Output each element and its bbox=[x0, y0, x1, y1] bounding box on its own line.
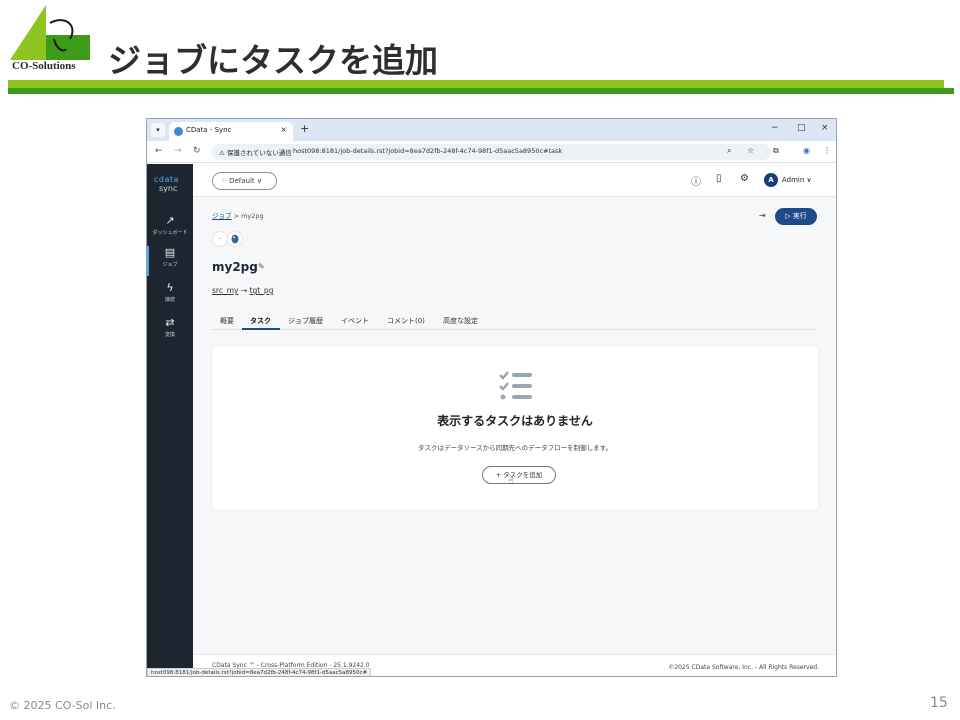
job-tabs: 概要 タスク ジョブ履歴 イベント コメント(0) 高度な設定 bbox=[212, 310, 817, 330]
workspace-selector[interactable]: ⁘ Default ∨ bbox=[212, 172, 277, 190]
empty-state-title: 表示するタスクはありません bbox=[437, 414, 593, 428]
tab-strip: ▾ CData - Sync × + − □ × bbox=[147, 119, 836, 141]
breadcrumb-separator: > bbox=[231, 212, 242, 220]
zoom-icon[interactable]: ⌕ bbox=[727, 146, 731, 156]
target-connection-link[interactable]: tgt_pg bbox=[250, 286, 274, 295]
bookmark-star-icon[interactable]: ☆ bbox=[747, 146, 754, 155]
postgresql-icon bbox=[227, 231, 243, 247]
tab-job-history[interactable]: ジョブ履歴 bbox=[288, 316, 323, 326]
app-sidebar: cdata sync ↗ ダッシュボード ▤ ジョブ ϟ 接続 ⇄ 変換 bbox=[147, 164, 193, 676]
browser-tab[interactable]: CData - Sync × bbox=[169, 122, 293, 141]
status-bar-url: host098:8181/job-details.rst?jobid=8ea7d… bbox=[147, 668, 372, 676]
connection-path: src_my → tgt_pg bbox=[212, 286, 273, 295]
briefcase-icon: ▤ bbox=[164, 246, 176, 259]
add-task-button[interactable]: + タスクを追加 bbox=[482, 466, 556, 484]
chart-icon: ↗ bbox=[165, 214, 175, 227]
minimize-icon[interactable]: − bbox=[771, 123, 779, 133]
brand-sync: sync bbox=[159, 184, 178, 193]
sidebar-item-dashboard[interactable]: ↗ ダッシュボード bbox=[147, 214, 193, 244]
admin-menu[interactable]: Admin ∨ bbox=[782, 176, 812, 184]
connector-logos: ~ bbox=[212, 231, 246, 247]
sidebar-item-connections[interactable]: ϟ 接続 bbox=[147, 281, 193, 311]
job-name: my2pg bbox=[212, 260, 258, 274]
edit-icon[interactable]: ✎ bbox=[258, 262, 265, 271]
settings-gear-icon[interactable]: ⚙ bbox=[740, 173, 749, 184]
title-underline-dark bbox=[8, 88, 954, 94]
docs-book-icon[interactable]: ▯ bbox=[716, 173, 722, 184]
reload-icon[interactable]: ↻ bbox=[193, 146, 201, 156]
sidebar-label: ジョブ bbox=[162, 262, 178, 268]
slide-title: ジョブにタスクを追加 bbox=[108, 41, 438, 80]
checklist-icon bbox=[499, 371, 532, 400]
logo-text: CO-Solutions bbox=[12, 60, 76, 72]
sidebar-label: ダッシュボード bbox=[152, 230, 188, 236]
maximize-icon[interactable]: □ bbox=[797, 123, 806, 133]
tab-title: CData - Sync bbox=[186, 126, 232, 134]
extensions-icon[interactable]: ⧉ bbox=[773, 146, 779, 156]
help-icon[interactable]: ⓘ bbox=[691, 173, 701, 188]
new-tab-icon[interactable]: + bbox=[300, 122, 309, 135]
title-underline-light bbox=[8, 80, 944, 88]
avatar[interactable]: A bbox=[764, 173, 778, 187]
browser-window: ▾ CData - Sync × + − □ × ← → ↻ ⚠ 保護されていな… bbox=[146, 118, 837, 677]
tab-search-chevron-icon[interactable]: ▾ bbox=[151, 123, 165, 137]
forward-icon[interactable]: → bbox=[174, 146, 182, 156]
tab-close-icon[interactable]: × bbox=[280, 125, 287, 134]
plug-icon: ϟ bbox=[166, 281, 174, 294]
slide: CO-Solutions ジョブにタスクを追加 ▾ CData - Sync ×… bbox=[0, 0, 960, 720]
footer-copyright: ©2025 CData Software, Inc. - All Rights … bbox=[668, 664, 819, 671]
active-indicator bbox=[147, 246, 149, 276]
url-text[interactable]: host098:8181/job-details.rst?jobid=8ea7d… bbox=[293, 147, 562, 155]
security-indicator[interactable]: ⚠ 保護されていない通信 bbox=[219, 147, 292, 157]
brand-cdata: cdata bbox=[154, 175, 179, 184]
address-bar[interactable]: ⚠ 保護されていない通信 host098:8181/job-details.rs… bbox=[211, 144, 771, 160]
breadcrumb-current: my2pg bbox=[241, 212, 264, 220]
back-icon[interactable]: ← bbox=[155, 146, 163, 156]
browser-menu-icon[interactable]: ⋮ bbox=[823, 146, 831, 155]
profile-icon[interactable]: ◉ bbox=[803, 146, 810, 155]
tab-comments[interactable]: コメント(0) bbox=[387, 316, 425, 326]
tab-events[interactable]: イベント bbox=[341, 316, 369, 326]
breadcrumb-jobs-link[interactable]: ジョブ bbox=[212, 212, 232, 220]
tab-overview[interactable]: 概要 bbox=[220, 316, 234, 326]
window-close-icon[interactable]: × bbox=[821, 123, 829, 133]
slide-copyright: © 2025 CO-Sol Inc. bbox=[9, 699, 116, 712]
tab-tasks[interactable]: タスク bbox=[250, 316, 271, 326]
run-job-button[interactable]: ▷ 実行 bbox=[775, 208, 817, 225]
active-tab-underline bbox=[242, 328, 280, 330]
page-number: 15 bbox=[930, 695, 948, 711]
sidebar-item-transformations[interactable]: ⇄ 変換 bbox=[147, 316, 193, 346]
export-icon[interactable]: ⇥ bbox=[759, 211, 766, 220]
breadcrumb: ジョブ > my2pg bbox=[212, 210, 264, 220]
sidebar-label: 接続 bbox=[164, 297, 175, 303]
app-main: ⁘ Default ∨ ⓘ ▯ ⚙ A Admin ∨ ジョブ > my2pg … bbox=[193, 164, 836, 676]
mysql-icon: ~ bbox=[212, 231, 228, 247]
app-header: ⁘ Default ∨ ⓘ ▯ ⚙ A Admin ∨ bbox=[193, 164, 836, 197]
tab-advanced-settings[interactable]: 高度な設定 bbox=[443, 316, 478, 326]
sidebar-label: 変換 bbox=[164, 332, 175, 338]
empty-state-description: タスクはデータソースから同期先へのデータフローを制御します。 bbox=[417, 444, 613, 452]
flow-arrow: → bbox=[238, 286, 250, 295]
pointer-cursor-icon: ☝ bbox=[508, 476, 515, 487]
sidebar-item-jobs[interactable]: ▤ ジョブ bbox=[147, 246, 193, 276]
empty-tasks-card: 表示するタスクはありません タスクはデータソースから同期先へのデータフローを制御… bbox=[212, 346, 818, 510]
source-connection-link[interactable]: src_my bbox=[212, 286, 238, 295]
browser-toolbar: ← → ↻ ⚠ 保護されていない通信 host098:8181/job-deta… bbox=[147, 141, 836, 163]
cdata-favicon-icon bbox=[174, 127, 183, 136]
swap-icon: ⇄ bbox=[165, 316, 175, 329]
